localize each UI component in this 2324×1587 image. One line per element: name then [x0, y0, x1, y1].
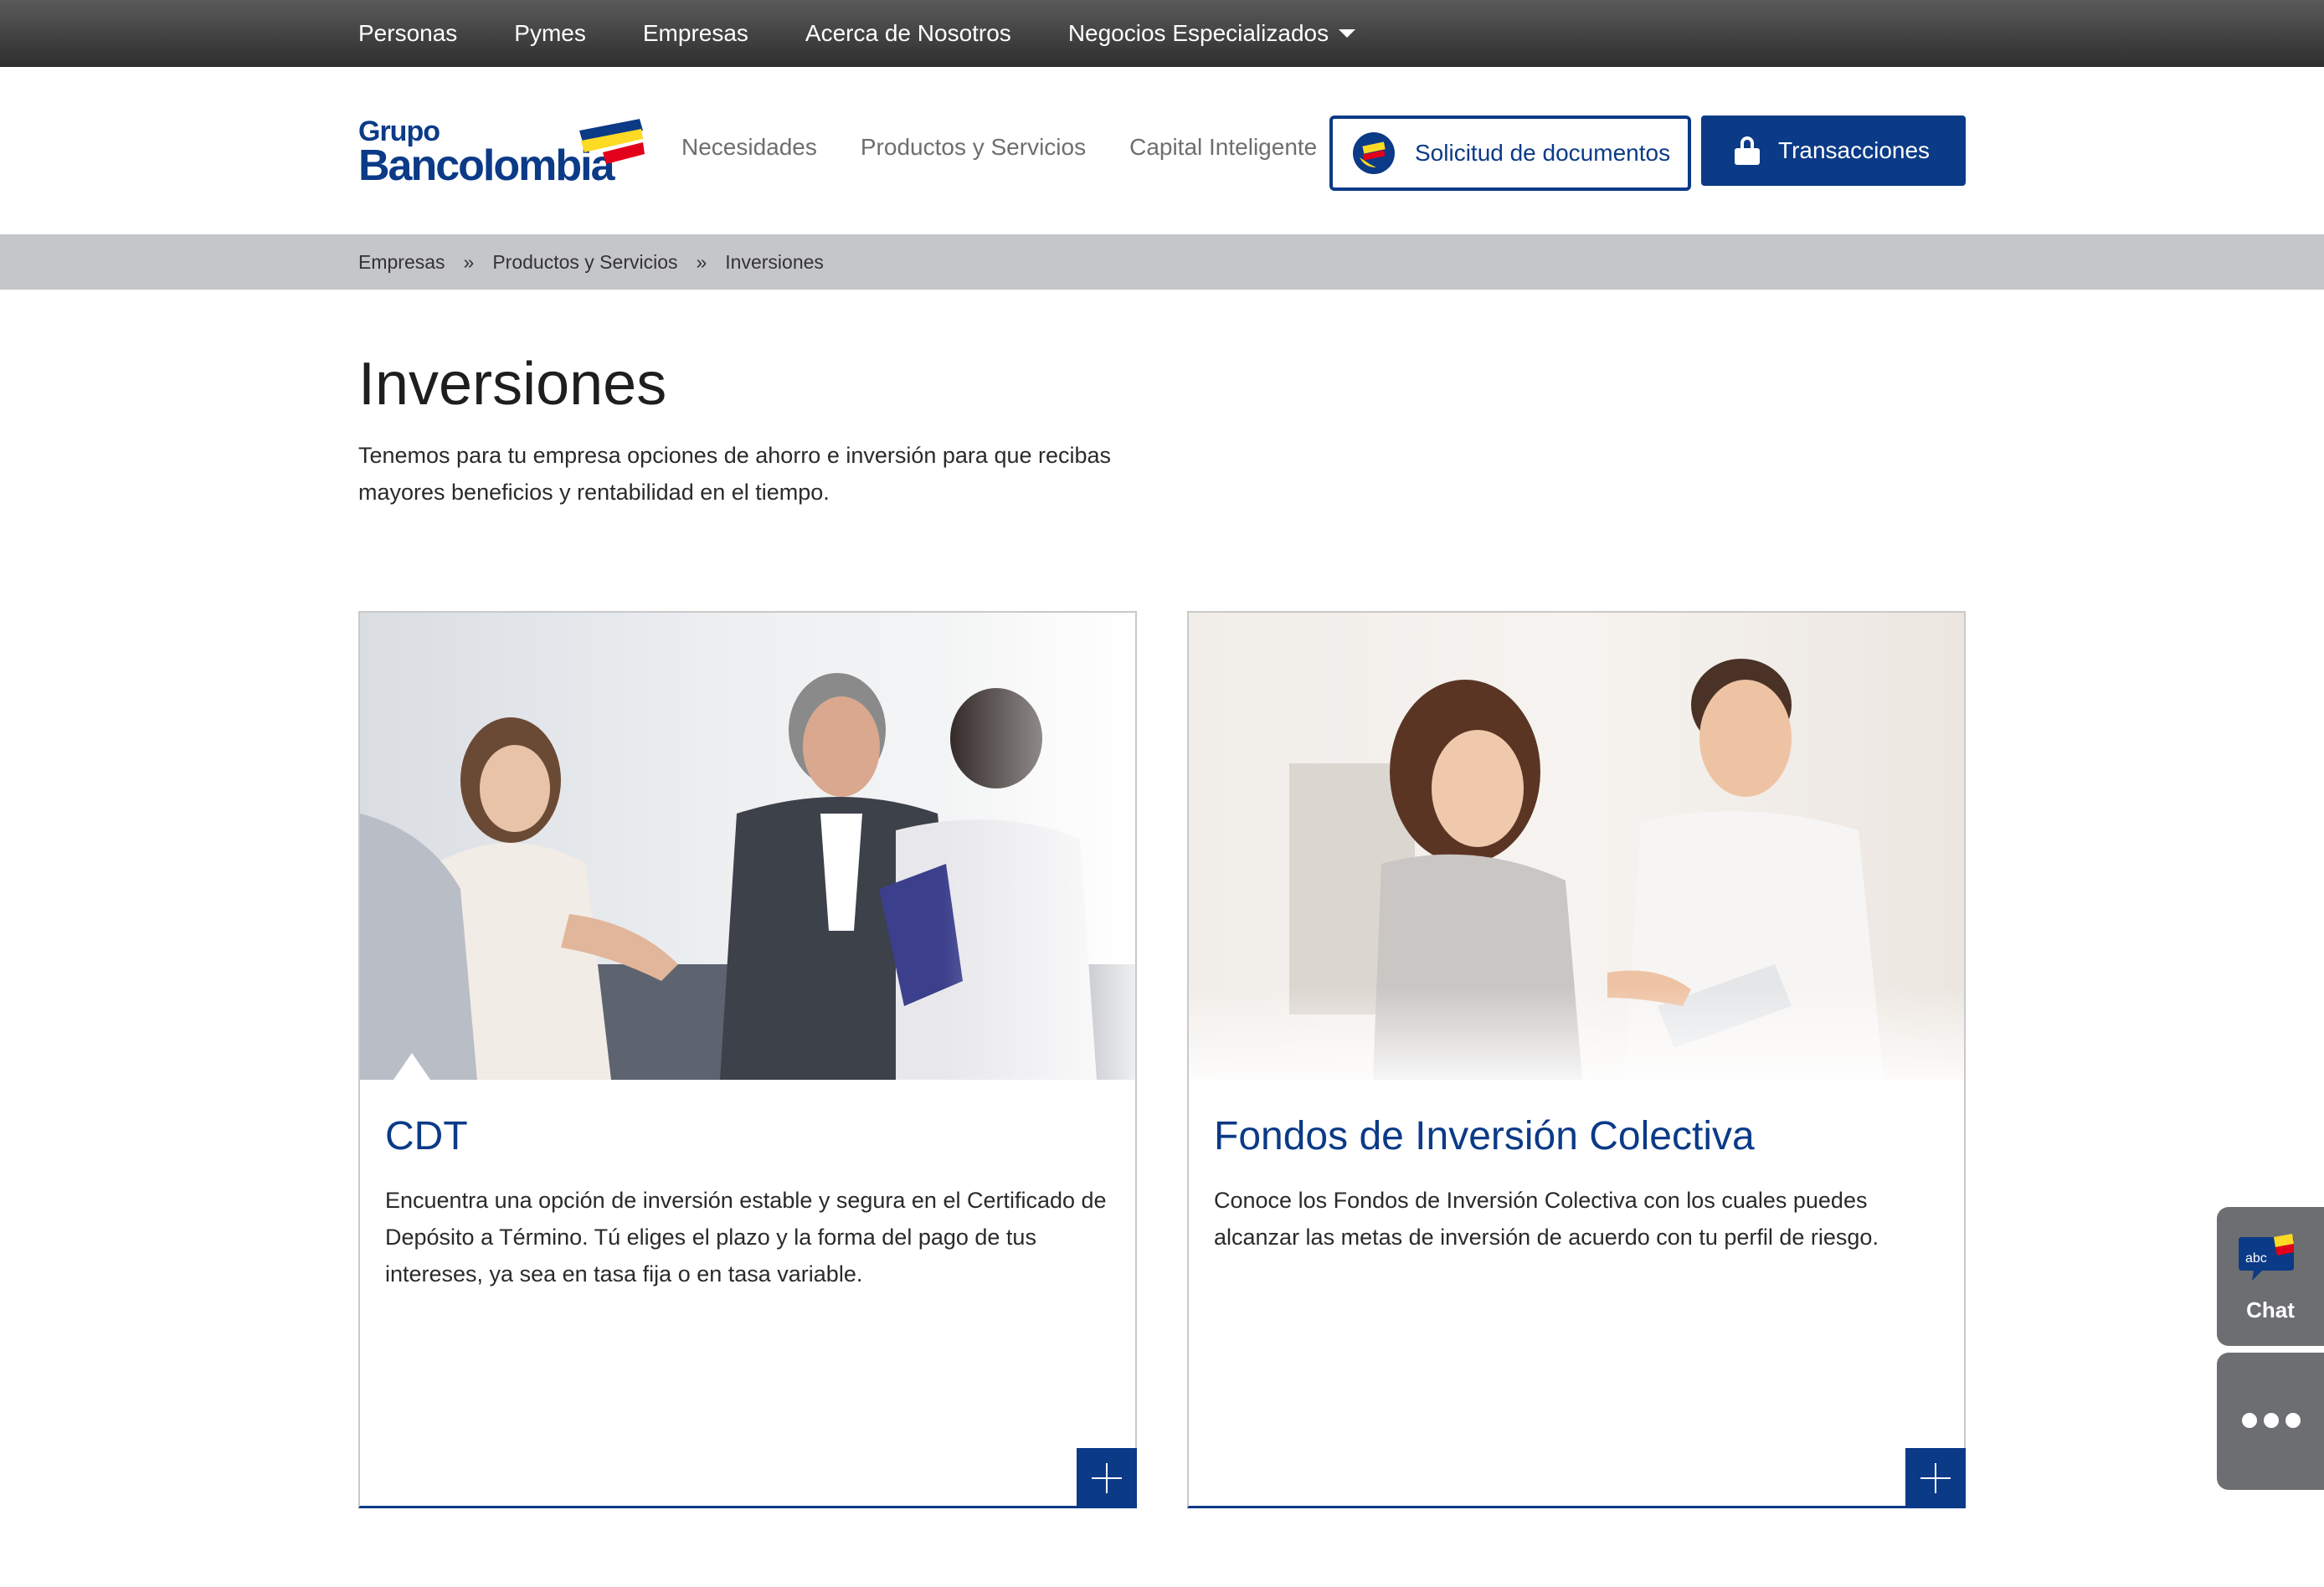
card-fondos-title[interactable]: Fondos de Inversión Colectiva	[1214, 1113, 1755, 1159]
chat-widget-button[interactable]: abc Chat	[2217, 1207, 2324, 1346]
breadcrumb-current: Inversiones	[725, 250, 824, 273]
documents-request-icon	[1353, 132, 1395, 174]
page: Personas Pymes Empresas Acerca de Nosotr…	[0, 0, 2324, 1587]
nav-pymes[interactable]: Pymes	[514, 20, 586, 47]
nav-empresas[interactable]: Empresas	[643, 20, 748, 47]
bancolombia-flag-icon	[579, 119, 645, 164]
card-cdt-expand-button[interactable]	[1077, 1448, 1137, 1508]
breadcrumb-separator: »	[463, 250, 475, 273]
logo-text-bancolombia: Bancolombia	[358, 141, 614, 190]
page-title: Inversiones	[358, 351, 667, 418]
top-bar: Personas Pymes Empresas Acerca de Nosotr…	[0, 0, 2324, 67]
breadcrumb-separator: »	[696, 250, 707, 273]
nav-negocios-especializados[interactable]: Negocios Especializados	[1067, 20, 1356, 47]
nav-productos-servicios[interactable]: Productos y Servicios	[861, 134, 1086, 161]
main-nav: Necesidades Productos y Servicios Capita…	[681, 134, 1317, 161]
card-fondos-text: Conoce los Fondos de Inversión Colectiva…	[1214, 1188, 1879, 1250]
transacciones-button[interactable]: Transacciones	[1701, 116, 1966, 186]
nav-negocios-label: Negocios Especializados	[1067, 20, 1329, 46]
segment-nav: Personas Pymes Empresas Acerca de Nosotr…	[358, 0, 1356, 67]
nav-acerca[interactable]: Acerca de Nosotros	[805, 20, 1011, 47]
solicitud-documentos-button[interactable]: Solicitud de documentos	[1329, 116, 1691, 191]
more-options-button[interactable]	[2217, 1353, 2324, 1490]
card-fondos-inversion[interactable]: Fondos de Inversión Colectiva Conoce los…	[1187, 611, 1966, 1508]
nav-necesidades[interactable]: Necesidades	[681, 134, 817, 161]
more-dots-icon	[2242, 1413, 2301, 1428]
chat-badge-text: abc	[2245, 1251, 2267, 1266]
header: Grupo Bancolombia Necesidades Productos …	[0, 67, 2324, 234]
bancolombia-logo[interactable]: Grupo Bancolombia	[358, 116, 645, 191]
chat-bubble-icon: abc	[2239, 1234, 2294, 1281]
chat-label: Chat	[2246, 1297, 2295, 1322]
card-cdt[interactable]: CDT Encuentra una opción de inversión es…	[358, 611, 1137, 1508]
card-fondos-expand-button[interactable]	[1905, 1448, 1966, 1508]
card-cdt-text: Encuentra una opción de inversión establ…	[385, 1188, 1107, 1287]
card-cdt-image	[360, 613, 1135, 1080]
nav-capital-inteligente[interactable]: Capital Inteligente	[1129, 134, 1317, 161]
breadcrumb-productos-servicios[interactable]: Productos y Servicios	[492, 251, 677, 274]
transacciones-label: Transacciones	[1778, 137, 1931, 163]
breadcrumb-empresas[interactable]: Empresas	[358, 251, 445, 274]
lock-icon	[1735, 136, 1760, 165]
card-cdt-title[interactable]: CDT	[385, 1113, 468, 1159]
card-fondos-image	[1189, 613, 1964, 1080]
nav-personas[interactable]: Personas	[358, 20, 457, 47]
breadcrumb-bar: Empresas » Productos y Servicios » Inver…	[0, 234, 2324, 290]
solicitud-documentos-label: Solicitud de documentos	[1415, 140, 1671, 166]
breadcrumb: Empresas » Productos y Servicios » Inver…	[358, 234, 824, 290]
page-intro: Tenemos para tu empresa opciones de ahor…	[358, 443, 1112, 505]
caret-down-icon	[1339, 29, 1356, 38]
